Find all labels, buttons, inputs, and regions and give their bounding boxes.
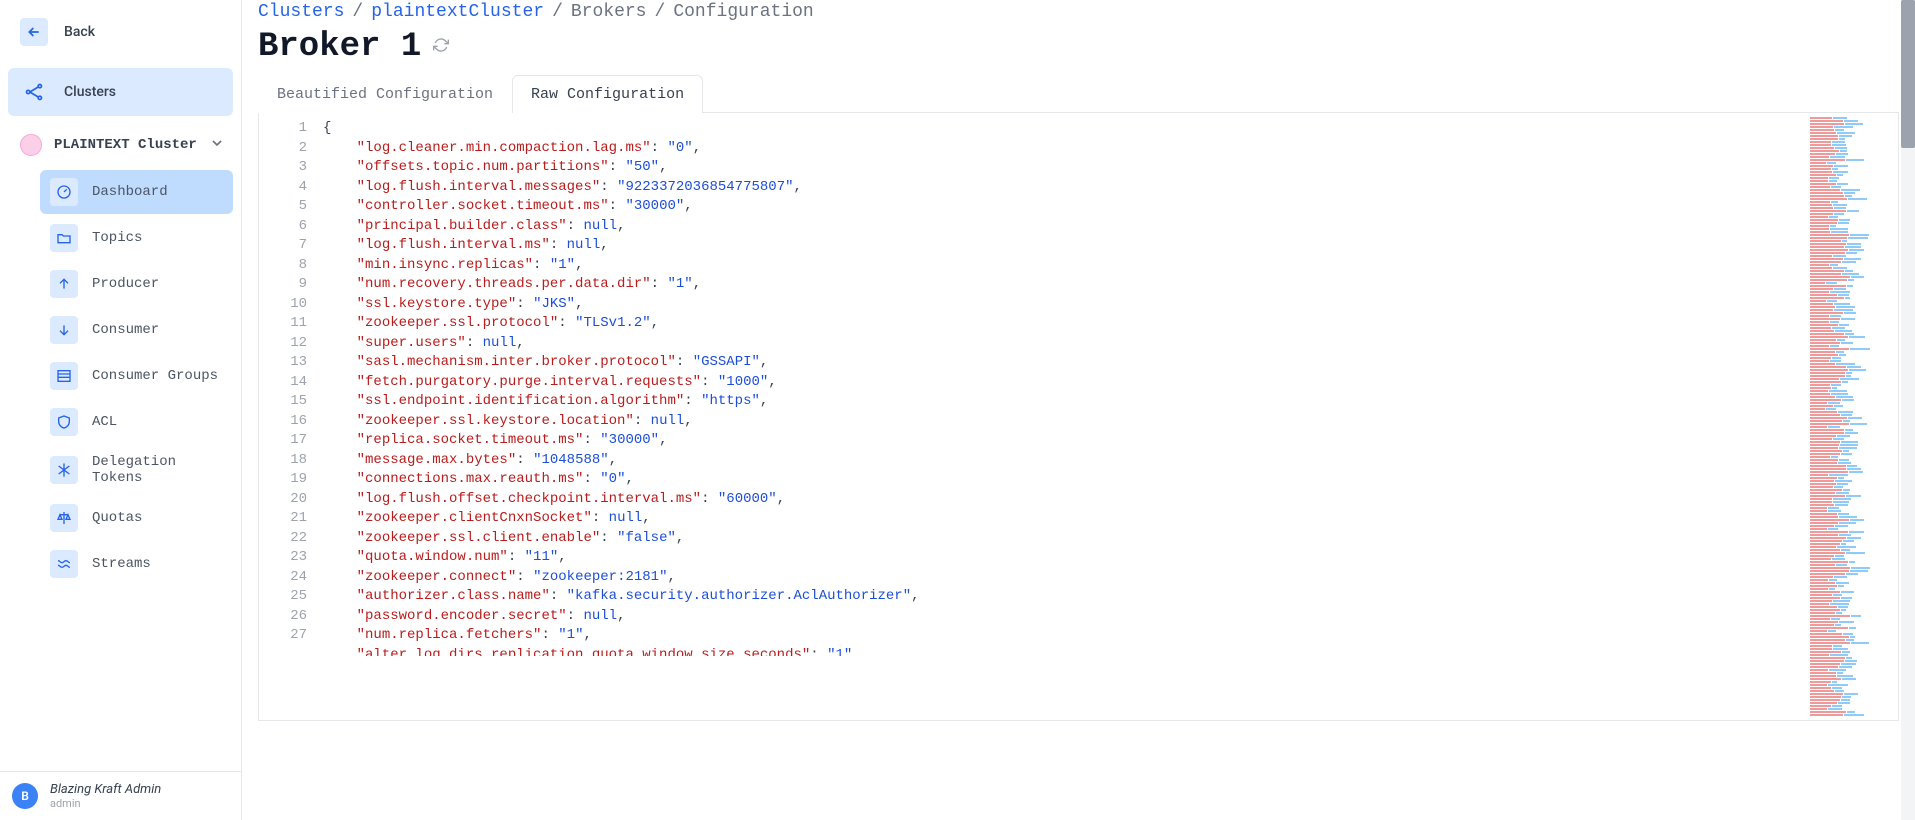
vertical-scrollbar[interactable] — [1901, 0, 1915, 820]
main-content: Clusters / plaintextCluster / Brokers / Config… — [242, 0, 1915, 820]
shield-icon — [50, 408, 78, 436]
clusters-icon — [20, 78, 48, 106]
snowflake-icon — [50, 456, 78, 484]
upload-icon — [50, 270, 78, 298]
cluster-status-dot-icon — [20, 134, 42, 156]
breadcrumb: Clusters / plaintextCluster / Brokers / Config… — [258, 0, 1899, 22]
breadcrumb-item: Configuration — [673, 2, 813, 22]
user-name: Blazing Kraft Admin — [50, 782, 161, 797]
minimap[interactable] — [1808, 113, 1898, 720]
line-gutter: 1234567891011121314151617181920212223242… — [259, 113, 315, 720]
gauge-icon — [50, 178, 78, 206]
sidebar-item-streams[interactable]: Streams — [40, 542, 233, 586]
sidebar-item-delegation-tokens[interactable]: Delegation Tokens — [40, 446, 233, 494]
refresh-icon[interactable] — [433, 37, 449, 57]
scrollbar-thumb[interactable] — [1901, 0, 1915, 148]
breadcrumb-separator: / — [552, 2, 563, 22]
sidebar-item-label: Consumer Groups — [92, 368, 218, 384]
breadcrumb-item[interactable]: Clusters — [258, 2, 344, 22]
clusters-label: Clusters — [64, 84, 116, 100]
sidebar-item-label: Producer — [92, 276, 159, 292]
user-role: admin — [50, 797, 161, 810]
sidebar-item-label: Topics — [92, 230, 142, 246]
tabs: Beautified ConfigurationRaw Configuratio… — [258, 74, 1899, 113]
sidebar-footer[interactable]: B Blazing Kraft Admin admin — [0, 771, 241, 820]
sidebar-item-acl[interactable]: ACL — [40, 400, 233, 444]
sidebar-item-label: Dashboard — [92, 184, 168, 200]
sidebar-item-label: ACL — [92, 414, 117, 430]
code-editor[interactable]: 1234567891011121314151617181920212223242… — [258, 113, 1899, 721]
scale-icon — [50, 504, 78, 532]
sidebar-item-consumer[interactable]: Consumer — [40, 308, 233, 352]
breadcrumb-item[interactable]: plaintextCluster — [371, 2, 544, 22]
list-icon — [50, 362, 78, 390]
sidebar-item-dashboard[interactable]: Dashboard — [40, 170, 233, 214]
tab-beautified[interactable]: Beautified Configuration — [258, 75, 512, 113]
sidebar-item-label: Delegation Tokens — [92, 454, 223, 486]
avatar: B — [12, 783, 38, 809]
page-title: Broker 1 — [258, 28, 421, 66]
nav-list: Dashboard Topics Producer Consumer Consumer … — [40, 170, 233, 586]
back-label: Back — [64, 24, 95, 40]
back-arrow-icon — [20, 18, 48, 46]
sidebar-item-topics[interactable]: Topics — [40, 216, 233, 260]
download-icon — [50, 316, 78, 344]
sidebar-item-label: Consumer — [92, 322, 159, 338]
breadcrumb-separator: / — [655, 2, 666, 22]
breadcrumb-item: Brokers — [571, 2, 647, 22]
code-content[interactable]: { "log.cleaner.min.compaction.lag.ms": "… — [315, 113, 1808, 720]
sidebar-item-label: Streams — [92, 556, 151, 572]
sidebar-item-label: Quotas — [92, 510, 142, 526]
stream-icon — [50, 550, 78, 578]
folder-icon — [50, 224, 78, 252]
sidebar-clusters-button[interactable]: Clusters — [8, 68, 233, 116]
breadcrumb-separator: / — [352, 2, 363, 22]
cluster-name: PLAINTEXT Cluster — [54, 137, 197, 153]
sidebar: Back Clusters PLAINTEXT Cluster Dashboar… — [0, 0, 242, 820]
chevron-down-icon — [209, 135, 225, 155]
sidebar-item-consumer-groups[interactable]: Consumer Groups — [40, 354, 233, 398]
back-button[interactable]: Back — [8, 8, 233, 56]
tab-raw[interactable]: Raw Configuration — [512, 75, 703, 113]
cluster-selector[interactable]: PLAINTEXT Cluster — [8, 124, 233, 166]
sidebar-item-quotas[interactable]: Quotas — [40, 496, 233, 540]
sidebar-item-producer[interactable]: Producer — [40, 262, 233, 306]
